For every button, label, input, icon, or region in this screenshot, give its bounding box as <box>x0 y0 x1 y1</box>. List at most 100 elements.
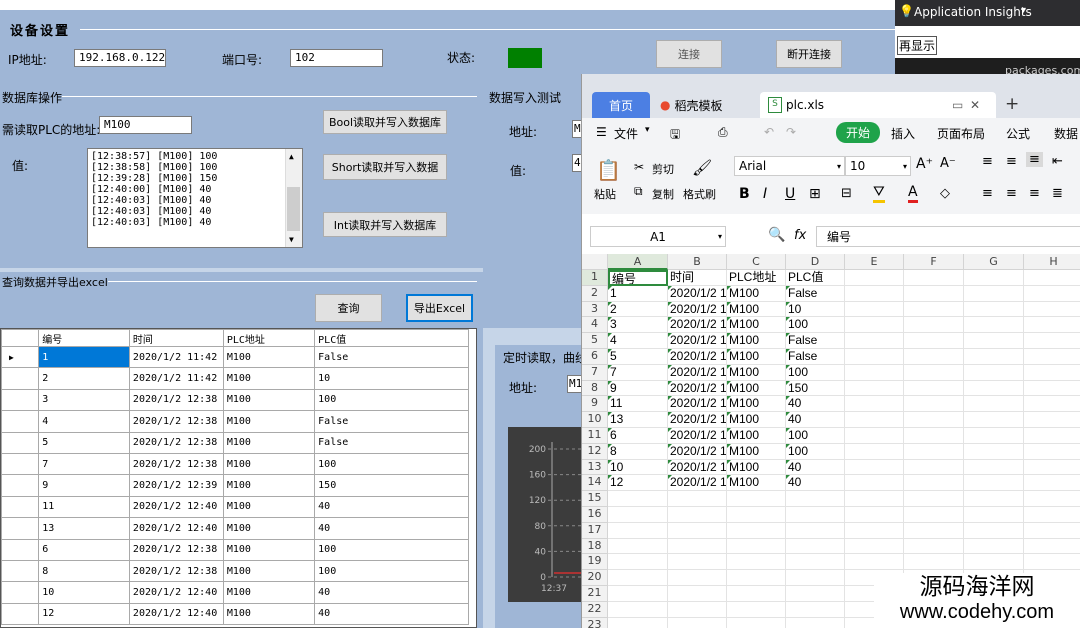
zoom-formula-icon[interactable]: 🔍 <box>768 227 785 243</box>
table-cell[interactable]: 2 <box>38 367 130 390</box>
row-header[interactable] <box>1 410 40 433</box>
print-icon[interactable]: ⎙ <box>718 125 728 140</box>
sheet-cell[interactable]: 10 <box>786 301 845 318</box>
row-header[interactable]: 4 <box>582 317 608 334</box>
row-header[interactable]: 21 <box>582 586 608 602</box>
table-cell[interactable]: 40 <box>314 517 469 540</box>
sheet-cell[interactable] <box>1024 428 1080 444</box>
sheet-cell[interactable] <box>904 333 964 349</box>
sheet-cell[interactable]: 2 <box>608 301 668 318</box>
paste-icon[interactable]: 📋 <box>596 158 621 182</box>
sheet-cell[interactable]: 40 <box>786 396 845 413</box>
log-line[interactable]: [12:40:03] [M100] 40 <box>91 206 299 217</box>
sheet-cell[interactable] <box>964 301 1024 318</box>
export-excel-button[interactable]: 导出Excel <box>406 294 473 322</box>
insights-header[interactable]: 💡 Application Insights ▾ <box>895 0 1080 26</box>
sheet-cell[interactable] <box>668 522 727 539</box>
sheet-cell[interactable] <box>904 538 964 555</box>
sheet-cell[interactable]: 2020/1/2 1 <box>668 396 727 413</box>
log-line[interactable]: [12:38:57] [M100] 100 <box>91 151 299 162</box>
connect-button[interactable]: 连接 <box>656 40 722 68</box>
sheet-cell[interactable]: False <box>786 349 845 365</box>
sheet-cell[interactable]: 2020/1/2 1 <box>668 380 727 397</box>
table-row[interactable]: 11 2020/1/2 12:40 M100 40 <box>1 495 476 519</box>
log-line[interactable]: [12:40:00] [M100] 40 <box>91 184 299 195</box>
sheet-cell[interactable] <box>904 317 964 334</box>
sheet-cell[interactable] <box>845 317 904 334</box>
table-cell[interactable]: 10 <box>314 367 469 390</box>
sheet-cell[interactable] <box>1024 444 1080 460</box>
table-row[interactable]: 13 2020/1/2 12:40 M100 40 <box>1 517 476 540</box>
sheet-cell[interactable] <box>786 522 845 539</box>
sheet-cell[interactable] <box>904 364 964 381</box>
brush-icon[interactable]: 🖌 <box>692 158 712 177</box>
row-header[interactable]: 22 <box>582 601 608 618</box>
sheet-cell[interactable]: 2020/1/2 1 <box>668 428 727 444</box>
sheet-cell[interactable] <box>727 601 786 618</box>
sheet-cell[interactable] <box>727 554 786 571</box>
sheet-cell[interactable]: 2020/1/2 1 <box>668 364 727 381</box>
row-header[interactable]: 11 <box>582 428 608 444</box>
hamburger-icon[interactable]: ☰ <box>596 125 607 139</box>
sheet-cell[interactable]: M100 <box>727 443 786 460</box>
sheet-cell[interactable] <box>904 270 964 286</box>
sheet-cell[interactable] <box>904 349 964 365</box>
paste-label[interactable]: 粘贴 <box>594 186 616 202</box>
borders-icon[interactable]: ⊞ <box>809 186 821 202</box>
sheet-cell[interactable]: 2020/1/2 1 <box>668 317 727 334</box>
sheet-cell[interactable] <box>608 522 668 539</box>
row-header[interactable] <box>1 388 40 412</box>
sheet-cell[interactable] <box>845 538 904 555</box>
menu-insert[interactable]: 插入 <box>891 125 915 142</box>
sheet-cell[interactable]: 6 <box>608 428 668 444</box>
row-header[interactable] <box>1 495 40 519</box>
sheet-cell[interactable] <box>608 601 668 618</box>
tab-home[interactable]: 首页 <box>592 92 650 118</box>
sheet-cell[interactable]: 4 <box>608 333 668 349</box>
table-row[interactable]: 4 2020/1/2 12:38 M100 False <box>1 410 476 433</box>
table-cell[interactable]: 13 <box>38 517 130 540</box>
spreadsheet-grid[interactable]: A B C D E F G H 1 编号 时间 PLC地址 PLC值 2 1 2020/1/2 1 M100 Fa… <box>582 254 1080 628</box>
sheet-cell[interactable] <box>668 601 727 618</box>
sheet-cell[interactable]: M100 <box>727 380 786 397</box>
table-cell[interactable]: 2020/1/2 12:38 <box>128 538 224 561</box>
row-header[interactable]: 3 <box>582 301 608 318</box>
grid-column-header[interactable]: 时间 <box>128 329 224 347</box>
row-header[interactable]: 12 <box>582 443 608 460</box>
table-cell[interactable]: M100 <box>222 367 316 390</box>
sheet-cell[interactable] <box>727 491 786 507</box>
row-header[interactable]: 15 <box>582 491 608 507</box>
sheet-cell[interactable] <box>845 270 904 286</box>
row-header[interactable] <box>1 452 40 476</box>
table-cell[interactable]: 100 <box>314 559 469 583</box>
format-painter-label[interactable]: 格式刷 <box>683 186 716 202</box>
sheet-cell[interactable] <box>964 475 1024 492</box>
log-line[interactable]: [12:40:03] [M100] 40 <box>91 195 299 206</box>
table-cell[interactable]: 9 <box>38 474 130 497</box>
sheet-cell[interactable]: 时间 <box>668 270 727 286</box>
row-header[interactable] <box>1 517 40 540</box>
sheet-cell[interactable] <box>964 428 1024 444</box>
sheet-cell[interactable] <box>904 522 964 539</box>
sheet-cell[interactable] <box>1024 539 1080 555</box>
sheet-cell[interactable] <box>668 570 727 586</box>
table-cell[interactable]: M100 <box>222 538 316 561</box>
table-cell[interactable]: M100 <box>222 559 316 583</box>
sheet-cell[interactable] <box>668 554 727 571</box>
tab-file[interactable]: S plc.xls ▭ ✕ <box>760 92 996 118</box>
sheet-cell[interactable] <box>1024 412 1080 428</box>
sheet-cell[interactable] <box>1024 333 1080 349</box>
save-icon[interactable]: 🖫 <box>670 125 680 146</box>
table-cell[interactable]: 2020/1/2 11:42 <box>128 345 224 369</box>
sheet-cell[interactable] <box>964 270 1024 286</box>
port-input[interactable]: 102 <box>290 49 383 67</box>
sheet-cell[interactable]: M100 <box>727 475 786 492</box>
table-cell[interactable]: M100 <box>222 517 316 540</box>
sheet-cell[interactable] <box>786 538 845 555</box>
font-name-select[interactable]: Arial ▾ <box>734 156 845 176</box>
sheet-cell[interactable] <box>964 554 1024 571</box>
table-row[interactable]: 10 2020/1/2 12:40 M100 40 <box>1 581 476 604</box>
sheet-cell[interactable]: 9 <box>608 380 668 397</box>
sheet-cell[interactable] <box>964 333 1024 349</box>
row-header[interactable]: 7 <box>582 364 608 381</box>
